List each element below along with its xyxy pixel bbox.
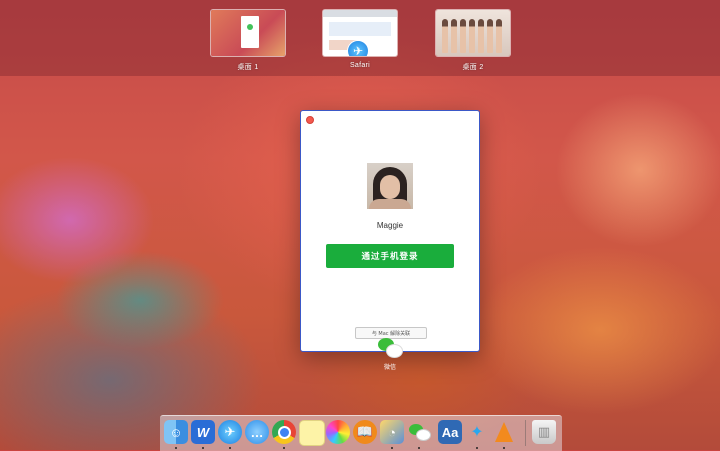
wallpaper-figure <box>451 19 457 53</box>
wallpaper-figure <box>487 19 493 53</box>
username: Maggie <box>376 221 404 230</box>
space-label: Safari <box>349 62 371 69</box>
wechat-login-window[interactable]: Maggie 通过手机登录 与 Mac 解除关联 <box>300 110 480 352</box>
space-safari[interactable]: ✈ Safari <box>323 10 397 69</box>
mission-control-spaces-bar: 桌面 1 ✈ Safari 桌面 2 <box>0 0 720 76</box>
book-icon[interactable]: 📖 <box>353 420 377 444</box>
running-indicator <box>503 447 505 449</box>
space-label: 桌面 1 <box>237 64 259 71</box>
running-indicator <box>476 447 478 449</box>
running-indicator <box>391 447 393 449</box>
safari-thumbnail[interactable]: ✈ <box>323 10 397 56</box>
wechat-icon[interactable] <box>407 420 431 444</box>
desktop-1-thumbnail[interactable] <box>211 10 285 56</box>
safari-toolbar <box>323 10 397 17</box>
wallpaper-figure <box>478 19 484 53</box>
running-indicator <box>202 447 204 449</box>
wechat-bubble-white <box>386 344 403 358</box>
wallpaper-figure <box>442 19 448 53</box>
avatar-shoulders <box>369 199 411 209</box>
dock-separator <box>525 420 526 446</box>
trash-icon[interactable]: ▥ <box>532 420 556 444</box>
space-label: 桌面 2 <box>462 64 484 71</box>
safari-page-content <box>329 22 391 36</box>
login-via-phone-button[interactable]: 通过手机登录 <box>326 244 454 268</box>
running-indicator <box>229 447 231 449</box>
wechat-icon[interactable] <box>377 336 403 362</box>
wallpaper-figure <box>496 19 502 53</box>
close-icon[interactable] <box>306 116 314 124</box>
avatar-face <box>380 175 400 199</box>
chrome-icon[interactable] <box>272 420 296 444</box>
w-icon[interactable]: W <box>191 420 215 444</box>
wallpaper-figure <box>460 19 466 53</box>
space-desktop-2[interactable]: 桌面 2 <box>436 10 510 72</box>
space-desktop-1[interactable]: 桌面 1 <box>211 10 285 72</box>
dock: ☺ W ✈ … 📖 ◔ Aa ✦ ▥ <box>160 415 562 451</box>
dictionary-icon[interactable]: Aa <box>438 420 462 444</box>
running-indicator <box>418 447 420 449</box>
running-indicator <box>283 447 285 449</box>
running-indicator <box>175 447 177 449</box>
safari-icon[interactable]: ✈ <box>218 420 242 444</box>
avatar <box>367 163 413 209</box>
messages-icon[interactable]: … <box>245 420 269 444</box>
bird-icon[interactable]: ✦ <box>465 420 489 444</box>
safari-icon: ✈ <box>347 40 369 56</box>
wallpaper-figure <box>469 19 475 53</box>
desktop-2-thumbnail[interactable] <box>436 10 510 56</box>
notes-icon[interactable] <box>299 420 325 446</box>
photos-icon[interactable] <box>326 420 350 444</box>
preview-icon[interactable]: ◔ <box>380 420 404 444</box>
app-label: 微信 <box>383 364 396 371</box>
cone-icon[interactable] <box>492 420 516 444</box>
finder-icon[interactable]: ☺ <box>164 420 188 444</box>
